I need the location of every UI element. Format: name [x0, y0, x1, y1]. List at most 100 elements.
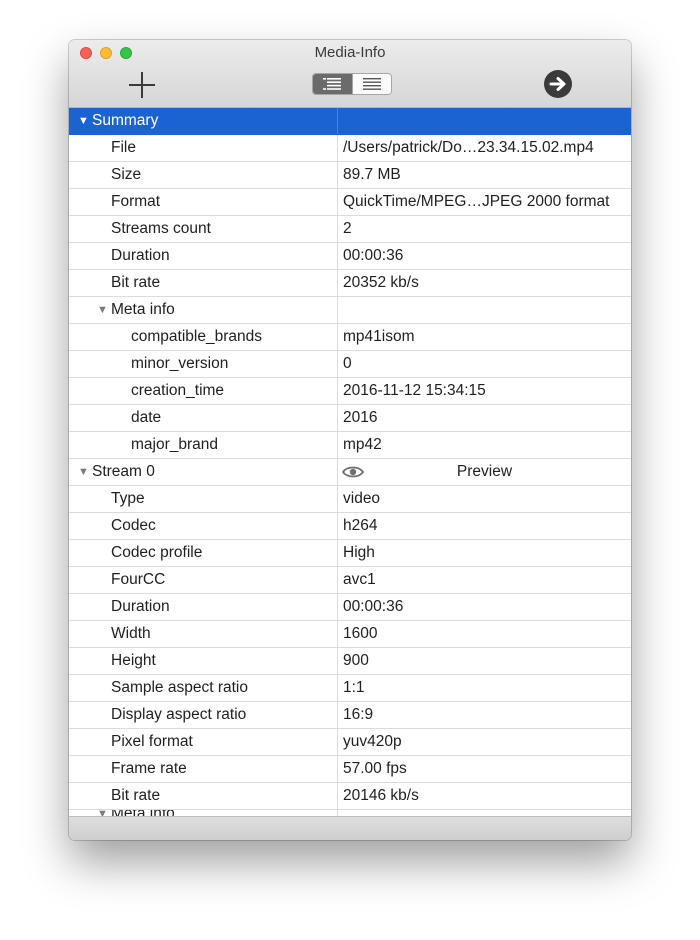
table-row[interactable]: Bit rate 20146 kb/s: [69, 783, 631, 810]
row-value-cell: 57.00 fps: [338, 756, 631, 782]
row-value-cell: [338, 297, 631, 323]
row-key-label: Type: [111, 490, 145, 507]
row-key-label: Meta info: [111, 301, 175, 318]
table-row[interactable]: Size 89.7 MB: [69, 162, 631, 189]
row-key-cell: creation_time: [69, 378, 338, 404]
row-key-label: Bit rate: [111, 787, 161, 804]
row-value-cell: 89.7 MB: [338, 162, 631, 188]
row-key-label: minor_version: [131, 355, 229, 372]
row-key-label: FourCC: [111, 571, 166, 588]
row-key-cell: Streams count: [69, 216, 338, 242]
table-row[interactable]: Bit rate 20352 kb/s: [69, 270, 631, 297]
row-key-label: compatible_brands: [131, 328, 262, 345]
table-row[interactable]: Width 1600: [69, 621, 631, 648]
arrow-right-circle-icon: [544, 70, 572, 98]
row-key-label: Codec profile: [111, 544, 203, 561]
table-row[interactable]: Height 900: [69, 648, 631, 675]
media-info-window: Media-Info ▼ Summary File /Users/patrick…: [69, 40, 631, 840]
table-row[interactable]: File/Users/patrick/Do…23.34.15.02.mp4: [69, 135, 631, 162]
disclosure-triangle-icon[interactable]: ▼: [97, 297, 108, 323]
row-key-cell: Type: [69, 486, 338, 512]
row-key-cell: ▼Meta info: [69, 297, 338, 323]
row-key-cell: minor_version: [69, 351, 338, 377]
table-row[interactable]: ▼ Stream 0 Preview: [69, 459, 631, 486]
row-value-cell: avc1: [338, 567, 631, 593]
table-row[interactable]: Sample aspect ratio 1:1: [69, 675, 631, 702]
row-value-cell: /Users/patrick/Do…23.34.15.02.mp4: [338, 135, 631, 161]
table-row[interactable]: Format QuickTime/MPEG…JPEG 2000 format: [69, 189, 631, 216]
row-key-cell: File: [69, 135, 338, 161]
row-value-label: 89.7 MB: [343, 166, 401, 183]
table-row[interactable]: Frame rate 57.00 fps: [69, 756, 631, 783]
table-row[interactable]: creation_time 2016-11-12 15:34:15: [69, 378, 631, 405]
row-value-label: video: [343, 490, 381, 507]
row-value-cell: h264: [338, 513, 631, 539]
table-row[interactable]: Streams count 2: [69, 216, 631, 243]
row-key-label: Codec: [111, 517, 156, 534]
tree-view-button[interactable]: [313, 74, 352, 94]
text-view-button[interactable]: [351, 74, 391, 94]
table-row[interactable]: ▼ Summary: [69, 108, 631, 135]
row-value-label: 00:00:36: [343, 598, 404, 615]
table-row[interactable]: date 2016: [69, 405, 631, 432]
row-value-label: 20146 kb/s: [343, 787, 419, 804]
table-row[interactable]: Codec profile High: [69, 540, 631, 567]
table-row[interactable]: major_brand mp42: [69, 432, 631, 459]
row-value-label: 0: [343, 355, 352, 372]
row-key-cell: Display aspect ratio: [69, 702, 338, 728]
row-value-label: 2016-11-12 15:34:15: [343, 382, 486, 399]
window-title: Media-Info: [314, 44, 386, 61]
preview-button[interactable]: Preview: [338, 459, 631, 485]
row-key-cell: Bit rate: [69, 783, 338, 809]
row-key-label: date: [131, 409, 162, 426]
row-key-cell: Height: [69, 648, 338, 674]
row-value-label: 2016: [343, 409, 378, 426]
table-row[interactable]: Display aspect ratio 16:9: [69, 702, 631, 729]
row-value-cell: 20146 kb/s: [338, 783, 631, 809]
row-key-cell: Duration: [69, 243, 338, 269]
table-row[interactable]: Codec h264: [69, 513, 631, 540]
row-value-label: 16:9: [343, 706, 374, 723]
row-key-label: Pixel format: [111, 733, 193, 750]
row-value-cell: 16:9: [338, 702, 631, 728]
bottom-bar: [69, 816, 631, 840]
outline-list-icon: [323, 78, 342, 90]
go-button[interactable]: [543, 69, 573, 99]
row-key-label: Size: [111, 166, 142, 183]
row-key-label: Height: [111, 652, 156, 669]
table-row[interactable]: Type video: [69, 486, 631, 513]
view-mode-segmented-control[interactable]: [312, 73, 392, 95]
table-row[interactable]: Duration 00:00:36: [69, 243, 631, 270]
row-key-label: Bit rate: [111, 274, 161, 291]
row-value-label: mp41isom: [343, 328, 415, 345]
table-row[interactable]: ▼Meta info: [69, 297, 631, 324]
row-value-label: 1:1: [343, 679, 365, 696]
row-key-cell: Frame rate: [69, 756, 338, 782]
row-key-cell: major_brand: [69, 432, 338, 458]
table-row[interactable]: Duration 00:00:36: [69, 594, 631, 621]
row-key-label: Sample aspect ratio: [111, 679, 248, 696]
row-key-label: creation_time: [131, 382, 225, 399]
title-bar: Media-Info: [69, 40, 631, 108]
row-key-cell: Codec: [69, 513, 338, 539]
row-value-label: avc1: [343, 571, 376, 588]
row-value-cell: mp42: [338, 432, 631, 458]
table-row[interactable]: FourCC avc1: [69, 567, 631, 594]
row-key-cell: ▼ Summary: [69, 108, 338, 134]
row-key-cell: Size: [69, 162, 338, 188]
row-value-label: mp42: [343, 436, 382, 453]
row-key-cell: Bit rate: [69, 270, 338, 296]
add-button[interactable]: [127, 70, 157, 100]
info-outline-table[interactable]: ▼ Summary File/Users/patrick/Do…23.34.15.0…: [69, 108, 631, 816]
table-row[interactable]: Pixel format yuv420p: [69, 729, 631, 756]
disclosure-triangle-icon[interactable]: ▼: [78, 108, 89, 134]
row-value-cell: High: [338, 540, 631, 566]
row-key-label: major_brand: [131, 436, 219, 453]
row-value-cell: 00:00:36: [338, 594, 631, 620]
row-value-cell: 00:00:36: [338, 243, 631, 269]
disclosure-triangle-icon[interactable]: ▼: [78, 459, 89, 485]
row-value-label: QuickTime/MPEG…JPEG 2000 format: [343, 193, 610, 210]
plus-icon: [129, 72, 155, 98]
table-row[interactable]: compatible_brands mp41isom: [69, 324, 631, 351]
table-row[interactable]: minor_version 0: [69, 351, 631, 378]
